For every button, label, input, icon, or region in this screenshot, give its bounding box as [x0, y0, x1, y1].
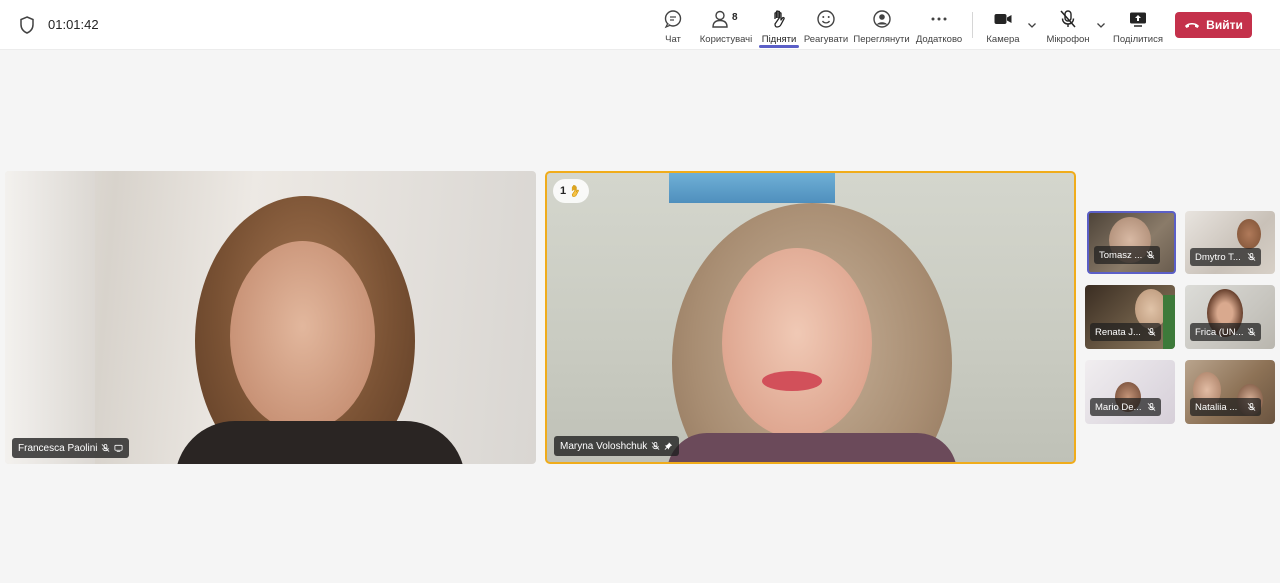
participant-name: Dmytro T...: [1195, 251, 1241, 263]
view-label: Переглянути: [853, 34, 910, 45]
more-button[interactable]: Додатково: [916, 6, 962, 46]
leave-label: Вийти: [1206, 18, 1243, 32]
people-icon: [712, 10, 728, 28]
participant-mouth: [762, 371, 822, 391]
react-button[interactable]: Реагувати: [803, 6, 849, 46]
video-background-plant: [1163, 295, 1175, 349]
camera-label: Камера: [986, 34, 1020, 45]
view-button[interactable]: Переглянути: [853, 6, 910, 46]
mic-off-icon: [102, 443, 110, 452]
more-label: Додатково: [915, 34, 963, 45]
chat-icon: [664, 10, 682, 29]
participant-name: Maryna Voloshchuk: [560, 440, 648, 452]
gallery-tile[interactable]: Frica (UN...: [1185, 285, 1275, 349]
leave-button[interactable]: Вийти: [1175, 12, 1252, 38]
participant-count: 8: [732, 12, 738, 23]
phone-hangup-icon: [1185, 23, 1200, 28]
participant-name-tag: Nataliia ...: [1190, 398, 1261, 416]
gallery-tile[interactable]: Nataliia ...: [1185, 360, 1275, 424]
participant-name-tag: Dmytro T...: [1190, 248, 1261, 266]
mic-off-icon: [1247, 327, 1256, 336]
chat-button[interactable]: Чат: [662, 6, 684, 46]
participant-face: [230, 241, 375, 431]
mic-off-icon: [651, 441, 660, 450]
toolbar-divider: [972, 12, 973, 38]
hand-icon: [774, 10, 785, 28]
mic-off-icon: [1060, 10, 1076, 28]
pin-icon: [664, 442, 673, 450]
raised-hand-badge: 1: [553, 179, 589, 203]
mic-off-icon: [1147, 402, 1156, 411]
video-tile-main-right[interactable]: 1 Maryna Voloshchuk: [545, 171, 1076, 464]
camera-options-chevron-icon[interactable]: [1026, 19, 1038, 31]
screen-share-indicator-icon: [114, 444, 123, 453]
participant-name: Nataliia ...: [1195, 401, 1238, 413]
video-background-picture: [669, 173, 835, 203]
participant-name: Francesca Paolini: [18, 442, 98, 454]
react-label: Реагувати: [803, 34, 849, 45]
participant-clothing: [175, 421, 465, 464]
gallery-tile[interactable]: Dmytro T...: [1185, 211, 1275, 274]
microphone-label: Мікрофон: [1046, 34, 1090, 45]
more-icon: [931, 17, 947, 21]
share-button[interactable]: Поділитися: [1113, 6, 1163, 46]
participant-name-tag: Renata J...: [1090, 323, 1161, 341]
participant-name-tag: Tomasz ...: [1094, 246, 1160, 264]
participant-name-tag: Frica (UN...: [1190, 323, 1261, 341]
chat-label: Чат: [665, 34, 681, 45]
microphone-button[interactable]: Мікрофон: [1046, 6, 1090, 46]
shield-icon: [20, 16, 34, 34]
video-background-window: [5, 171, 95, 464]
gallery-tile[interactable]: Renata J...: [1085, 285, 1175, 349]
participant-clothing: [667, 433, 957, 462]
participant-name: Renata J...: [1095, 326, 1141, 338]
share-label: Поділитися: [1113, 34, 1163, 45]
participant-name-tag: Mario De...: [1090, 398, 1161, 416]
view-icon: [872, 10, 891, 28]
mic-off-icon: [1147, 327, 1156, 336]
smile-icon: [817, 10, 835, 28]
mic-off-icon: [1247, 402, 1256, 411]
people-button[interactable]: Користувачі: [699, 6, 753, 46]
people-label: Користувачі: [699, 34, 753, 45]
camera-button[interactable]: Камера: [986, 6, 1020, 46]
raise-hand-label: Підняти: [761, 34, 797, 45]
mic-off-icon: [1146, 250, 1155, 259]
raised-hand-icon: [571, 185, 579, 197]
participant-face: [1237, 219, 1261, 249]
microphone-options-chevron-icon[interactable]: [1095, 19, 1107, 31]
participant-name: Frica (UN...: [1195, 326, 1244, 338]
camera-icon: [994, 14, 1012, 24]
participant-name: Tomasz ...: [1099, 249, 1143, 261]
video-tile-main-left[interactable]: Francesca Paolini: [5, 171, 536, 464]
raised-hand-count: 1: [559, 185, 567, 197]
participant-name-tag: Maryna Voloshchuk: [554, 436, 680, 456]
meeting-timer: 01:01:42: [48, 17, 99, 32]
raise-hand-button[interactable]: Підняти: [759, 6, 799, 46]
gallery-tile[interactable]: Mario De...: [1085, 360, 1175, 424]
mic-off-icon: [1247, 252, 1256, 261]
participant-name-tag: Francesca Paolini: [12, 438, 130, 458]
share-screen-icon: [1130, 12, 1146, 27]
meeting-toolbar: 01:01:42 Чат Користувачі 8 Підняти Реагу…: [0, 0, 1280, 50]
gallery-tile[interactable]: Tomasz ...: [1087, 211, 1176, 274]
participant-name: Mario De...: [1095, 401, 1142, 413]
participant-face: [722, 248, 872, 438]
active-tab-indicator: [759, 45, 799, 48]
